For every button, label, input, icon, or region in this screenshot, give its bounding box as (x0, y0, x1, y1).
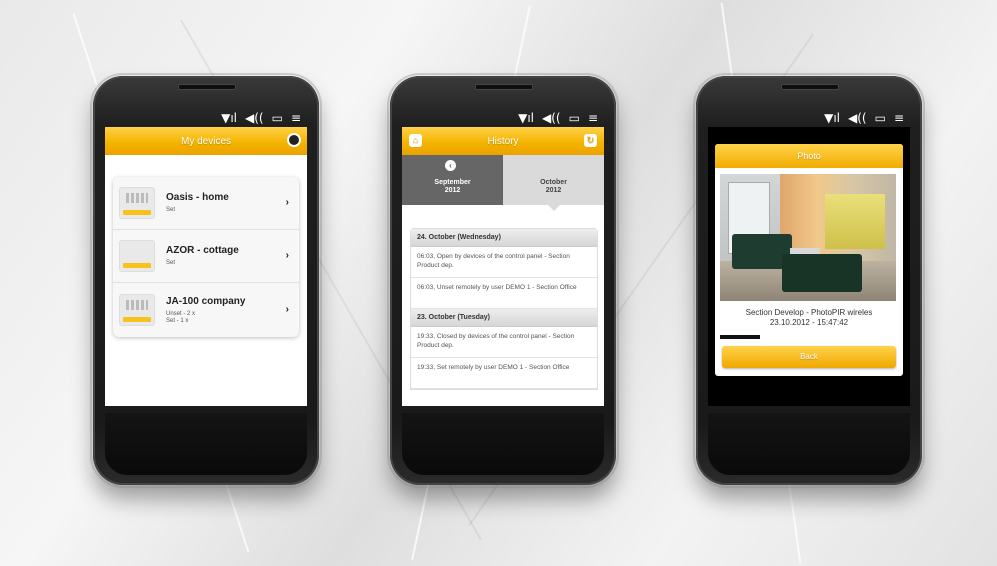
refresh-button[interactable]: ↻ (584, 134, 597, 147)
signal-icon: ▼ıl (221, 111, 237, 125)
record-button[interactable] (287, 133, 301, 147)
list-item[interactable]: 06:03, Unset remotely by user DEMO 1 - S… (411, 278, 597, 309)
photo-caption: Section Develop - PhotoPIR wireles 23.10… (715, 308, 903, 328)
list-item[interactable]: JA-100 company Unset - 2 x Set - 1 x › (113, 283, 299, 337)
device-name: AZOR - cottage (166, 245, 239, 256)
month-year: 2012 (444, 187, 461, 194)
day-header: 24. October (Wednesday) (411, 229, 597, 247)
menu-icon[interactable]: ≡ (894, 111, 904, 125)
control-panel-icon (119, 294, 155, 326)
month-tabs: ‹ September 2012 October 2012 (402, 155, 604, 211)
speaker (475, 84, 533, 90)
phone-bottom-bezel (105, 413, 307, 475)
list-item[interactable]: 19:33, Closed by devices of the control … (411, 327, 597, 358)
battery-icon: ▭ (271, 111, 283, 125)
progress-bar (720, 335, 760, 339)
month-label: September (434, 179, 471, 186)
list-item[interactable]: AZOR - cottage Set › (113, 230, 299, 283)
signal-icon: ▼ıl (824, 111, 840, 125)
menu-icon[interactable]: ≡ (588, 111, 598, 125)
camera-photo (720, 174, 896, 301)
list-item[interactable]: Oasis - home Set › (113, 177, 299, 230)
chevron-right-icon: › (285, 304, 289, 315)
home-icon: ⌂ (412, 135, 419, 145)
device-status-line: Set - 1 x (166, 317, 189, 324)
device-status: Set (166, 260, 176, 266)
caption-timestamp: 23.10.2012 - 15:47:42 (769, 318, 849, 327)
month-year: 2012 (545, 187, 562, 194)
chevron-right-icon: › (285, 197, 289, 208)
back-button[interactable]: Back (722, 346, 896, 368)
list-item[interactable]: 19:33, Set remotely by user DEMO 1 - Sec… (411, 358, 597, 389)
phone-photo: ▼ıl ◀(( ▭ ≡ Photo Section Develop - Phot… (693, 73, 925, 488)
signal-icon: ▼ıl (518, 111, 534, 125)
header-bar: ⌂ History ↻ (402, 127, 604, 155)
home-button[interactable]: ⌂ (409, 134, 422, 147)
page-title: History (487, 135, 519, 147)
chevron-left-icon[interactable]: ‹ (445, 160, 456, 171)
device-status: Unset - 2 x Set - 1 x (166, 311, 245, 325)
keypad-icon (119, 187, 155, 219)
battery-icon: ▭ (568, 111, 580, 125)
photo-dialog: Photo Section Develop - PhotoPIR wireles… (715, 144, 903, 376)
caption-line: Section Develop - PhotoPIR wireles (745, 308, 873, 317)
photo-sofa (782, 254, 862, 292)
device-status-line: Unset - 2 x (166, 310, 196, 317)
speaker (178, 84, 236, 90)
device-name: JA-100 company (166, 295, 246, 307)
refresh-icon: ↻ (586, 135, 595, 145)
history-list: 24. October (Wednesday) 06:03, Open by d… (410, 228, 598, 390)
sensor-icon (119, 240, 155, 272)
device-list: Oasis - home Set › AZOR - cottage Set › … (113, 177, 299, 337)
sound-icon: ◀(( (848, 111, 867, 125)
device-name: Oasis - home (166, 192, 229, 203)
phone-bottom-bezel (708, 413, 910, 475)
sound-icon: ◀(( (542, 111, 561, 125)
battery-icon: ▭ (874, 111, 886, 125)
status-bar: ▼ıl ◀(( ▭ ≡ (221, 110, 301, 126)
month-label: October (540, 179, 567, 186)
status-bar: ▼ıl ◀(( ▭ ≡ (518, 110, 598, 126)
tab-september[interactable]: ‹ September 2012 (402, 155, 503, 205)
screen: Photo Section Develop - PhotoPIR wireles… (708, 127, 910, 406)
dialog-title: Photo (715, 144, 903, 168)
menu-icon[interactable]: ≡ (291, 111, 301, 125)
device-status: Set (166, 207, 176, 213)
phone-history: ▼ıl ◀(( ▭ ≡ ⌂ History ↻ ‹ September 2012… (387, 73, 619, 488)
phone-devices: ▼ıl ◀(( ▭ ≡ My devices Oasis - home Set … (90, 73, 322, 488)
header-bar: My devices (105, 127, 307, 155)
page-title: My devices (180, 135, 231, 147)
tab-october[interactable]: October 2012 (503, 155, 604, 211)
speaker (781, 84, 839, 90)
day-header: 23. October (Tuesday) (411, 309, 597, 327)
screen: My devices Oasis - home Set › AZOR - cot… (105, 127, 307, 406)
status-bar: ▼ıl ◀(( ▭ ≡ (824, 110, 904, 126)
photo-counter (825, 194, 885, 249)
phone-bottom-bezel (402, 413, 604, 475)
list-item[interactable]: 06:03, Open by devices of the control pa… (411, 247, 597, 278)
chevron-right-icon: › (285, 250, 289, 261)
record-icon (287, 133, 301, 147)
sound-icon: ◀(( (245, 111, 264, 125)
screen: ⌂ History ↻ ‹ September 2012 October 201… (402, 127, 604, 406)
